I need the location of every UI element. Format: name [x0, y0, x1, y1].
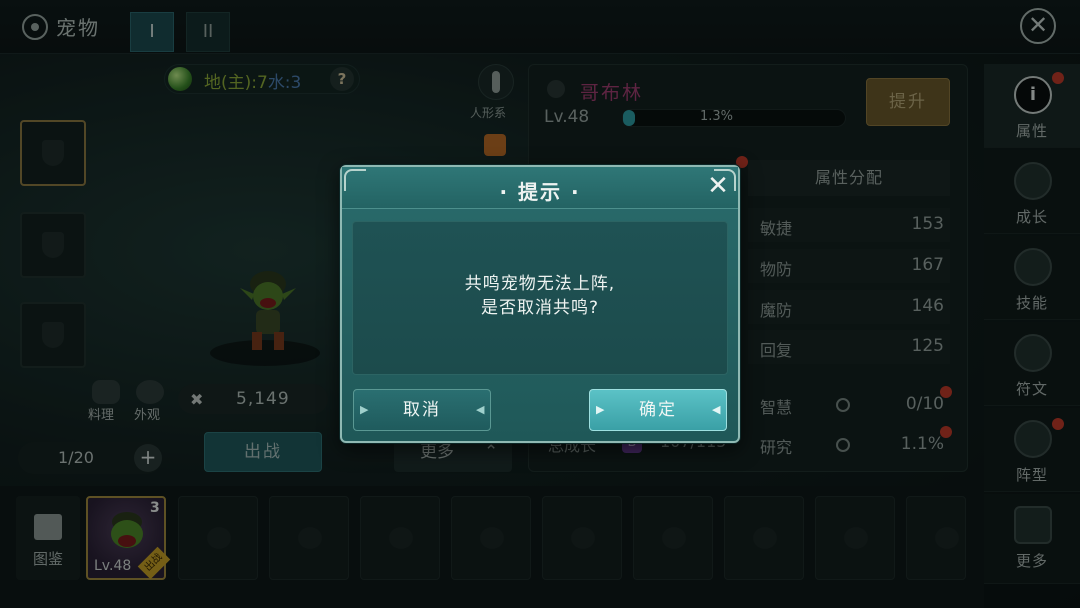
cancel-button-label: 取消 — [403, 400, 441, 420]
arrow-left-icon: ◀ — [712, 403, 723, 416]
dialog-message-line-1: 共鸣宠物无法上阵, — [464, 274, 616, 294]
arrow-right-icon: ▶ — [360, 403, 371, 416]
game-screen: 宠物 I II ✕ 地(主):7水:3 ? 人形系 料理 外观 ✖ 5,149 … — [0, 0, 1080, 608]
confirm-button-label: 确定 — [639, 400, 677, 420]
arrow-left-icon: ◀ — [476, 403, 487, 416]
dialog-title: · 提示 · — [499, 180, 581, 204]
dialog-message-line-2: 是否取消共鸣? — [480, 298, 600, 318]
confirm-button[interactable]: ▶ 确定 ◀ — [589, 389, 727, 431]
close-icon[interactable]: ✕ — [704, 172, 732, 200]
dialog-message: 共鸣宠物无法上阵, 是否取消共鸣? — [352, 272, 728, 320]
arrow-right-icon: ▶ — [596, 403, 607, 416]
cancel-button[interactable]: ▶ 取消 ◀ — [353, 389, 491, 431]
